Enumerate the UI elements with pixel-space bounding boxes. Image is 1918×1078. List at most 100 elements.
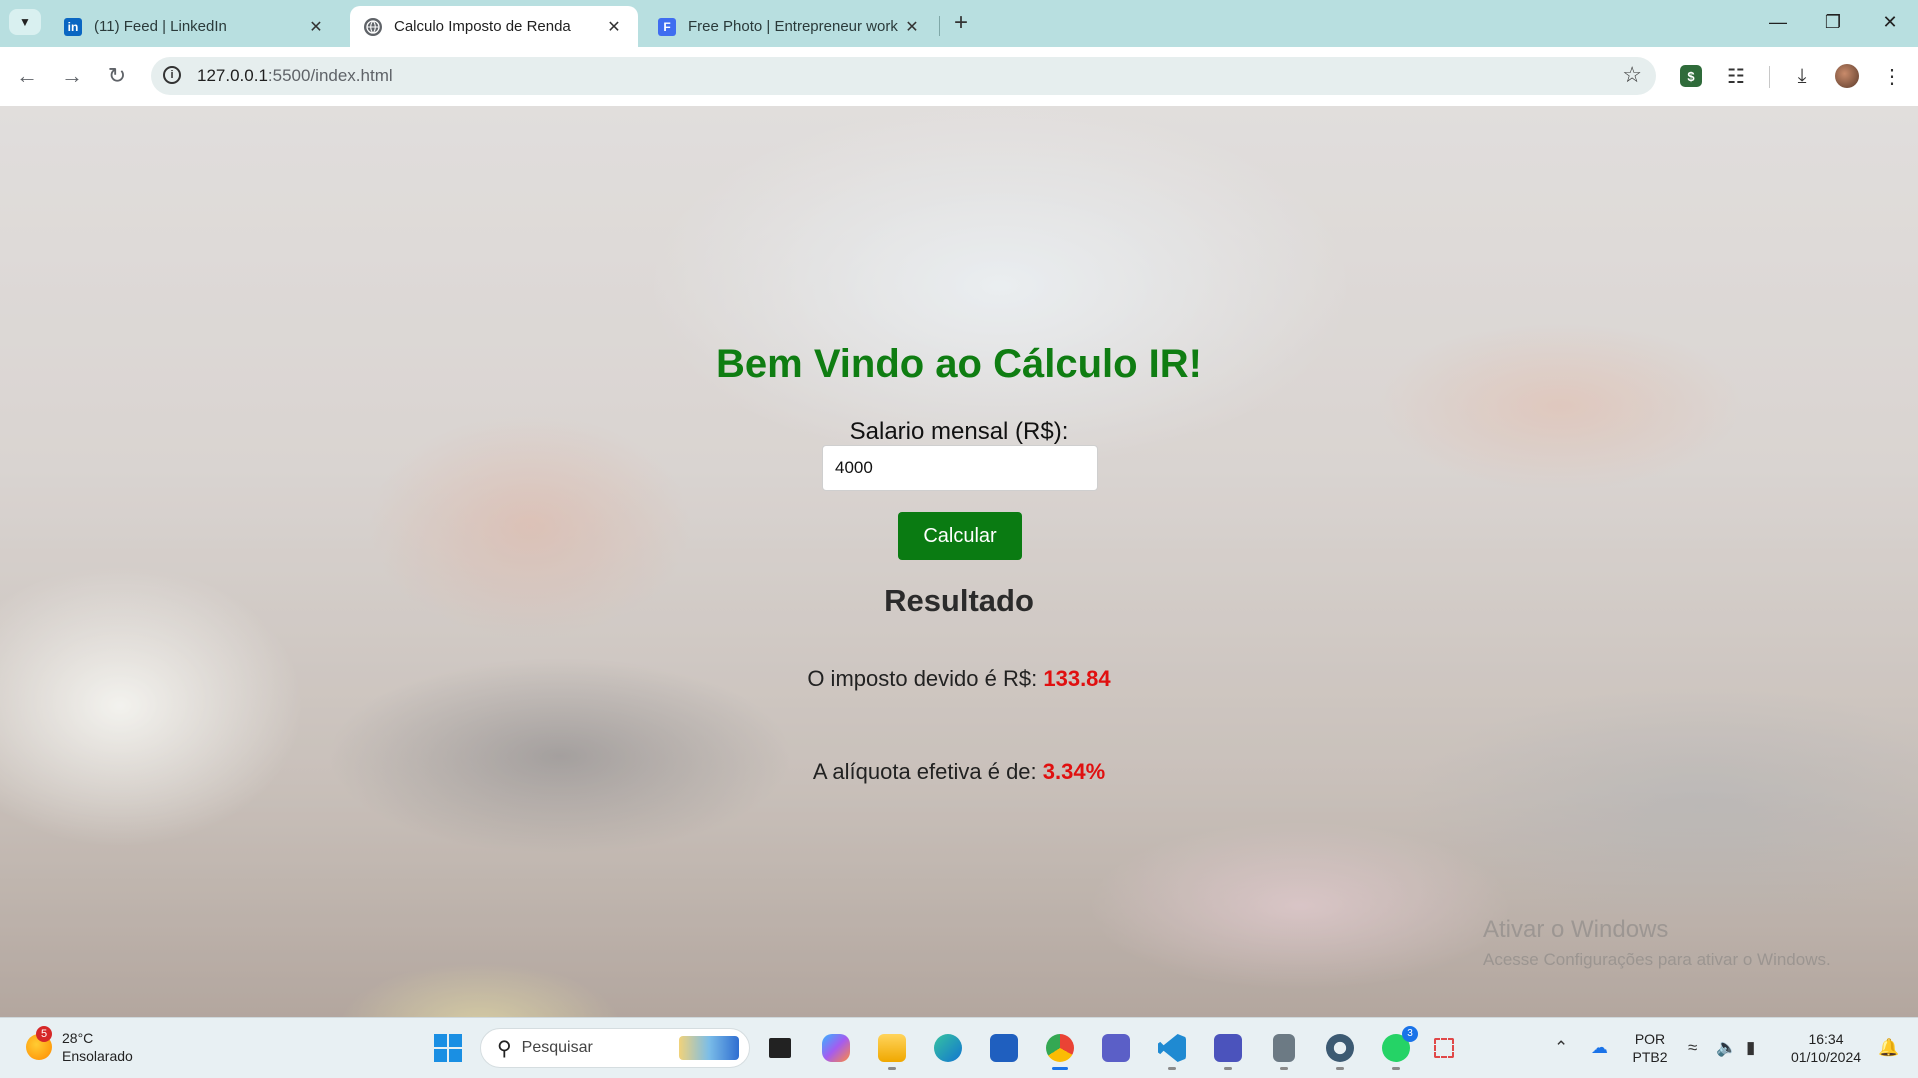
teams-icon xyxy=(1102,1034,1130,1062)
file-explorer-button[interactable] xyxy=(876,1032,908,1070)
menu-button[interactable]: ⋮ xyxy=(1878,62,1906,90)
onedrive-icon[interactable]: ☁ xyxy=(1591,1038,1608,1058)
clock-date: 01/10/2024 xyxy=(1790,1049,1862,1065)
search-placeholder: Pesquisar xyxy=(521,1039,593,1056)
salary-label: Salario mensal (R$): xyxy=(849,418,1069,445)
store-icon xyxy=(990,1034,1018,1062)
task-view-icon xyxy=(769,1038,791,1058)
arrow-right-icon: → xyxy=(61,63,83,88)
kebab-menu-icon: ⋮ xyxy=(1882,65,1902,88)
url-path: :5500/index.html xyxy=(267,66,393,85)
chrome-button[interactable] xyxy=(1044,1032,1076,1070)
task-view-button[interactable] xyxy=(764,1032,796,1064)
address-bar[interactable]: i 127.0.0.1:5500/index.html ☆ xyxy=(151,57,1656,95)
salary-input[interactable] xyxy=(822,445,1098,491)
rate-label: A alíquota efetiva é de: xyxy=(812,759,1037,784)
calculator-button[interactable] xyxy=(1268,1032,1300,1070)
settings-button[interactable] xyxy=(1324,1032,1356,1070)
language-code: POR xyxy=(1634,1031,1666,1047)
edge-icon xyxy=(934,1034,962,1062)
search-highlight-icon xyxy=(679,1036,739,1060)
dollar-extension-icon: $ xyxy=(1680,65,1702,87)
teams-work-icon xyxy=(1214,1034,1242,1062)
plus-icon: + xyxy=(953,9,968,36)
tax-value: 133.84 xyxy=(1043,666,1111,691)
tab-calculo-imposto[interactable]: Calculo Imposto de Renda ✕ xyxy=(350,6,638,47)
forward-button[interactable]: → xyxy=(57,61,87,91)
new-tab-button[interactable]: + xyxy=(948,9,974,36)
restore-icon: ❐ xyxy=(1824,11,1842,32)
windows-activation-watermark: Ativar o Windows Acesse Configurações pa… xyxy=(1483,916,1831,970)
page-viewport: Bem Vindo ao Cálculo IR! Salario mensal … xyxy=(0,106,1918,1017)
start-button[interactable] xyxy=(432,1032,464,1064)
vscode-button[interactable] xyxy=(1156,1032,1188,1070)
extensions-button[interactable]: ☷ xyxy=(1722,62,1750,90)
minimize-button[interactable]: — xyxy=(1758,8,1798,36)
volume-icon[interactable]: 🔈 xyxy=(1716,1038,1737,1058)
close-icon[interactable]: ✕ xyxy=(604,17,624,37)
minimize-icon: — xyxy=(1769,11,1787,32)
close-icon: ✕ xyxy=(1882,11,1898,32)
battery-icon[interactable]: ▮ xyxy=(1746,1038,1755,1058)
close-icon[interactable]: ✕ xyxy=(306,17,326,37)
tab-separator xyxy=(939,16,940,36)
chrome-icon xyxy=(1046,1034,1074,1062)
notifications-bell-icon[interactable]: 🔔 xyxy=(1878,1038,1899,1058)
freepik-icon: F xyxy=(658,17,676,36)
tab-linkedin[interactable]: in (11) Feed | LinkedIn ✕ xyxy=(50,6,340,47)
close-window-button[interactable]: ✕ xyxy=(1870,8,1910,36)
url-text[interactable]: 127.0.0.1:5500/index.html xyxy=(197,66,393,86)
wifi-icon[interactable]: ≈ xyxy=(1688,1038,1697,1058)
clock[interactable]: 16:34 01/10/2024 xyxy=(1786,1030,1866,1066)
keyboard-layout: PTB2 xyxy=(1632,1049,1668,1065)
profile-button[interactable] xyxy=(1833,62,1861,90)
close-icon[interactable]: ✕ xyxy=(902,17,922,37)
windows-taskbar: 5 28°C Ensolarado ⚲ Pesquisar 3 ⌃ ☁ POR P… xyxy=(0,1017,1918,1078)
snipping-tool-button[interactable] xyxy=(1428,1032,1460,1064)
bookmark-star-icon[interactable]: ☆ xyxy=(1622,62,1642,88)
url-host: 127.0.0.1 xyxy=(197,66,268,85)
weather-temp: 28°C xyxy=(62,1030,94,1046)
copilot-icon xyxy=(822,1034,850,1062)
clock-time: 16:34 xyxy=(1808,1031,1844,1047)
puzzle-icon: ☷ xyxy=(1727,65,1745,88)
whatsapp-button[interactable]: 3 xyxy=(1380,1026,1418,1070)
toolbar-divider xyxy=(1769,66,1770,88)
tab-title: (11) Feed | LinkedIn xyxy=(94,18,227,35)
browser-toolbar: ← → ↻ i 127.0.0.1:5500/index.html ☆ $ ☷ … xyxy=(0,47,1918,107)
downloads-button[interactable]: ⤓ xyxy=(1788,62,1816,90)
sun-icon: 5 xyxy=(26,1026,52,1060)
site-info-icon[interactable]: i xyxy=(163,66,181,84)
extension-button[interactable]: $ xyxy=(1677,62,1705,90)
result-title: Resultado xyxy=(884,583,1034,618)
tab-title: Calculo Imposto de Renda xyxy=(394,18,571,35)
windows-logo-icon xyxy=(434,1034,462,1062)
input-language[interactable]: POR PTB2 xyxy=(1630,1030,1670,1066)
globe-icon xyxy=(364,17,382,36)
notification-badge: 5 xyxy=(36,1026,52,1042)
tax-result: O imposto devido é R$: 133.84 xyxy=(0,666,1918,692)
edge-button[interactable] xyxy=(932,1032,964,1064)
tab-freepik[interactable]: F Free Photo | Entrepreneur work ✕ xyxy=(644,6,936,47)
weather-desc: Ensolarado xyxy=(62,1048,133,1064)
snipping-icon xyxy=(1434,1038,1454,1058)
tab-search-button[interactable]: ▼ xyxy=(9,9,41,35)
show-hidden-icons-button[interactable]: ⌃ xyxy=(1554,1038,1568,1058)
back-button[interactable]: ← xyxy=(12,61,42,91)
weather-widget[interactable]: 5 28°C Ensolarado xyxy=(26,1026,133,1065)
reload-button[interactable]: ↻ xyxy=(102,61,132,91)
teams-button[interactable] xyxy=(1100,1032,1132,1064)
teams-work-button[interactable] xyxy=(1212,1032,1244,1070)
restore-button[interactable]: ❐ xyxy=(1813,8,1853,36)
linkedin-icon: in xyxy=(64,17,82,36)
watermark-line-1: Ativar o Windows xyxy=(1483,916,1669,943)
taskbar-search[interactable]: ⚲ Pesquisar xyxy=(480,1028,750,1068)
rate-result: A alíquota efetiva é de: 3.34% xyxy=(0,759,1918,785)
calculate-button[interactable]: Calcular xyxy=(898,512,1022,560)
folder-icon xyxy=(878,1034,906,1062)
store-button[interactable] xyxy=(988,1032,1020,1064)
calculator-icon xyxy=(1273,1034,1295,1062)
tab-strip: ▼ in (11) Feed | LinkedIn ✕ Calculo Impo… xyxy=(0,0,1918,47)
whatsapp-badge: 3 xyxy=(1402,1026,1418,1042)
copilot-button[interactable] xyxy=(820,1032,852,1064)
